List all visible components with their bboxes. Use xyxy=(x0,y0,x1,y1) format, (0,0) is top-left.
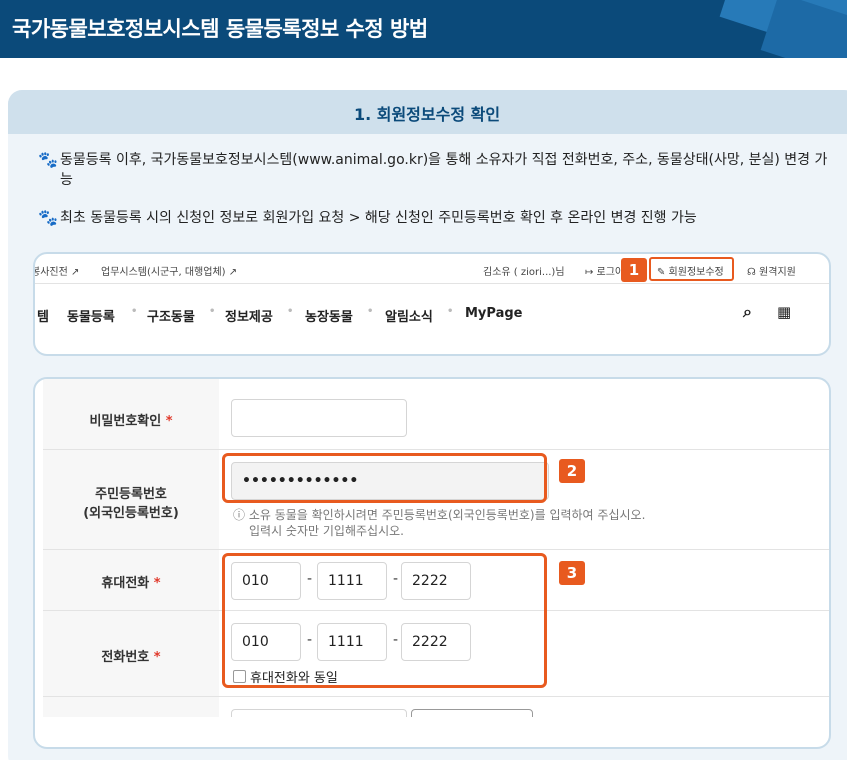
rrn-help-text: ⓘ 소유 동물을 확인하시려면 주민등록번호(외국인등록번호)를 입력하여 주십… xyxy=(233,508,646,522)
highlight-rrn xyxy=(222,453,547,503)
logout-link[interactable]: ↦ 로그아 xyxy=(585,263,624,278)
remote-support-link[interactable]: ☊ 원격지원 xyxy=(747,263,796,278)
required-mark: * xyxy=(153,576,161,591)
nav-item-news[interactable]: 알림소식 xyxy=(385,306,433,325)
password-confirm-input[interactable] xyxy=(231,399,407,437)
nav-item-farm[interactable]: 농장동물 xyxy=(305,306,353,325)
rrn-label-foreign: (외국인등록번호) xyxy=(83,506,179,521)
search-icon[interactable]: ⌕ xyxy=(743,302,752,322)
partial-button[interactable] xyxy=(411,709,533,717)
menu-grid-icon[interactable]: ▦ xyxy=(777,303,791,321)
section-header: 1. 회원정보수정 확인 xyxy=(8,90,847,134)
label-cell: 비밀번호확인 * xyxy=(43,379,219,449)
label-cell: 전화번호 * xyxy=(43,611,219,696)
highlight-phone-numbers xyxy=(222,553,547,688)
step-badge-1: 1 xyxy=(621,258,647,282)
partial-input[interactable] xyxy=(231,709,407,717)
paw-icon: 🐾 xyxy=(38,208,58,227)
nav-item-info[interactable]: 정보제공 xyxy=(225,306,273,325)
user-name: 김소유 ( ziori...)님 xyxy=(483,267,565,278)
mobile-label: 휴대전화 xyxy=(101,576,150,591)
nav-partial-label: 템 xyxy=(37,310,49,325)
rrn-help-text-2: 입력시 숫자만 기입해주십시오. xyxy=(249,524,404,538)
bullet-item: 🐾 최초 동물등록 시의 신청인 정보로 회원가입 요청 > 해당 신청인 주민… xyxy=(38,208,830,228)
required-mark: * xyxy=(165,414,173,429)
section-title: 1. 회원정보수정 확인 xyxy=(353,105,501,124)
label-cell: 주민등록번호 (외국인등록번호) xyxy=(43,450,219,549)
rrn-label: 주민등록번호 xyxy=(95,487,167,502)
form-row-partial xyxy=(43,697,829,717)
password-confirm-label: 비밀번호확인 xyxy=(89,414,162,429)
nav-item-mypage[interactable]: MyPage xyxy=(465,306,522,321)
form-row-password-confirm: 비밀번호확인 * xyxy=(43,379,829,450)
bullet-text: 동물등록 이후, 국가동물보호정보시스템(www.animal.go.kr)을 … xyxy=(60,152,828,188)
paw-icon: 🐾 xyxy=(38,150,58,169)
link-work-system[interactable]: 업무시스템(시군구, 대행업체) ↗ xyxy=(101,263,237,278)
highlight-edit-member xyxy=(649,257,734,281)
required-mark: * xyxy=(153,650,161,665)
step-badge-2: 2 xyxy=(559,459,585,483)
phone-label: 전화번호 xyxy=(101,650,150,665)
label-cell: 휴대전화 * xyxy=(43,550,219,610)
bullet-item: 🐾 동물등록 이후, 국가동물보호정보시스템(www.animal.go.kr)… xyxy=(38,150,830,190)
main-nav: 템 동물등록 • 구조동물 • 정보제공 • 농장동물 • 알림소식 • MyP… xyxy=(37,302,792,325)
page-header: 국가동물보호정보시스템 동물등록정보 수정 방법 xyxy=(0,0,847,58)
step-badge-3: 3 xyxy=(559,561,585,585)
nav-item-rescue[interactable]: 구조동물 xyxy=(147,306,195,325)
link-volunteer[interactable]: 봉사진전 ↗ xyxy=(35,263,79,278)
page-title: 국가동물보호정보시스템 동물등록정보 수정 방법 xyxy=(12,17,428,41)
bullet-text: 최초 동물등록 시의 신청인 정보로 회원가입 요청 > 해당 신청인 주민등록… xyxy=(60,210,697,226)
nav-item-animal-registration[interactable]: 동물등록 xyxy=(67,306,115,325)
